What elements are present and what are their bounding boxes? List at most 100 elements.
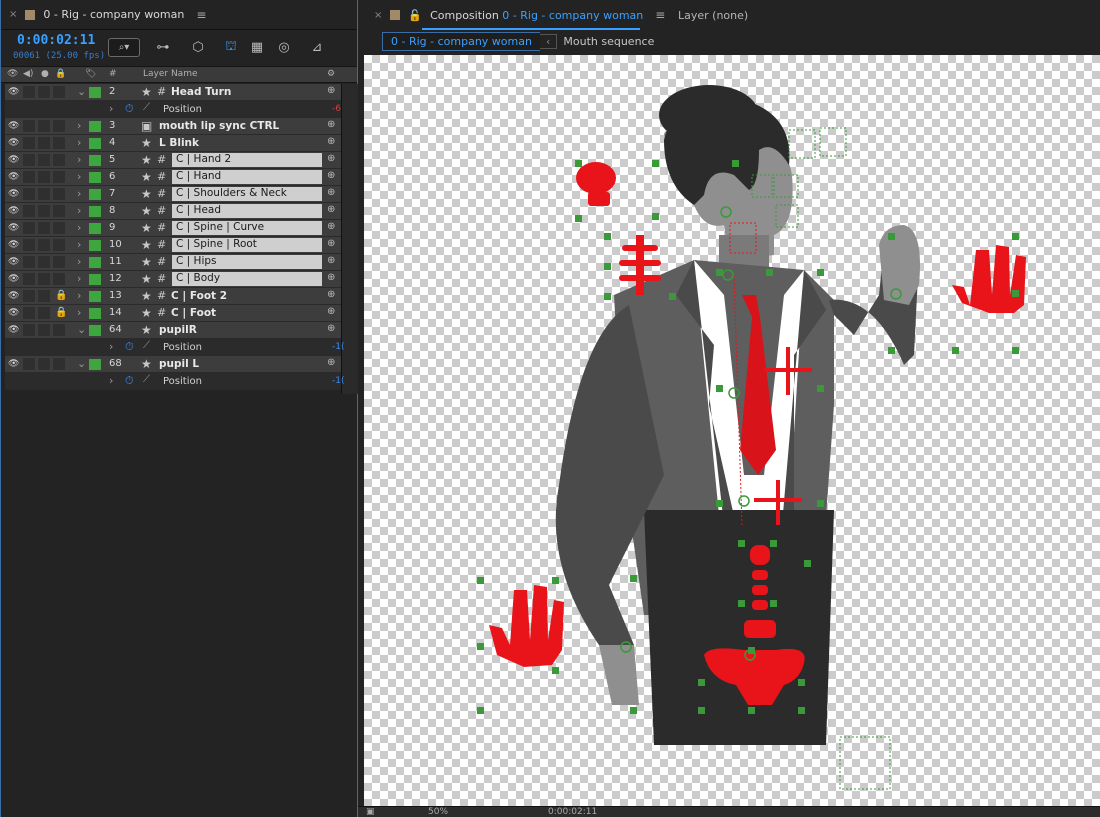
audio-toggle[interactable]: [23, 307, 35, 319]
panel-menu-icon[interactable]: ≡: [196, 8, 206, 22]
layer-switches-icon[interactable]: ⊕: [327, 153, 335, 164]
layer-name[interactable]: pupil L: [159, 358, 199, 370]
lock-icon[interactable]: 🔒: [55, 307, 67, 318]
layer-switches-icon[interactable]: ⊕: [327, 289, 335, 300]
visibility-eye-icon[interactable]: 👁: [8, 359, 22, 369]
lock-toggle[interactable]: [53, 239, 65, 251]
layer-name[interactable]: C | Foot: [171, 307, 216, 319]
layer-row[interactable]: 👁 ⌄ 68 ★ pupil L ⊕: [5, 356, 341, 373]
chevron-right-icon[interactable]: ›: [77, 221, 81, 234]
close-tab-icon[interactable]: ×: [9, 9, 17, 20]
chevron-right-icon[interactable]: ›: [77, 255, 81, 268]
chevron-right-icon[interactable]: ›: [77, 306, 81, 319]
solo-switch-icon[interactable]: ●: [41, 69, 49, 79]
current-time-display[interactable]: 0:00:02:11: [17, 33, 95, 48]
chevron-down-icon[interactable]: ⌄: [77, 85, 86, 98]
visibility-eye-icon[interactable]: 👁: [8, 240, 22, 250]
chevron-down-icon[interactable]: ⌄: [77, 323, 86, 336]
label-color-swatch[interactable]: [89, 274, 101, 285]
label-color-swatch[interactable]: [89, 155, 101, 166]
graph-icon[interactable]: ⟋: [143, 374, 150, 385]
chevron-right-icon[interactable]: ›: [77, 272, 81, 285]
layer-switches-icon[interactable]: ⊕: [327, 306, 335, 317]
property-twirl-icon[interactable]: ›: [109, 102, 113, 115]
layer-name[interactable]: L Blink: [159, 137, 199, 149]
composition-viewer[interactable]: [364, 55, 1100, 806]
lock-toggle[interactable]: [53, 222, 65, 234]
layer-switches-icon[interactable]: ⊕: [327, 187, 335, 198]
layer-name[interactable]: C | Body: [172, 272, 322, 286]
solo-toggle[interactable]: [38, 307, 50, 319]
layer-name[interactable]: mouth lip sync CTRL: [159, 120, 279, 132]
lock-toggle[interactable]: [53, 137, 65, 149]
layer-switches-icon[interactable]: ⊕: [327, 119, 335, 130]
frame-blending-icon[interactable]: ▦: [248, 38, 266, 56]
property-value[interactable]: -6: [332, 104, 341, 114]
lock-toggle[interactable]: [53, 324, 65, 336]
close-tab-icon[interactable]: ×: [374, 10, 382, 21]
label-color-swatch[interactable]: [89, 291, 101, 302]
layer-row[interactable]: 👁 ⌄ 2 ★ # Head Turn ⊕: [5, 84, 341, 101]
always-preview-icon[interactable]: ▣: [366, 807, 375, 817]
layer-name-header[interactable]: Layer Name: [143, 69, 198, 79]
label-color-swatch[interactable]: [89, 172, 101, 183]
label-color-swatch[interactable]: [89, 121, 101, 132]
audio-toggle[interactable]: [23, 86, 35, 98]
visibility-eye-icon[interactable]: 👁: [8, 206, 22, 216]
layer-row[interactable]: 👁 ⌄ 64 ★ pupilR ⊕: [5, 322, 341, 339]
timeline-tab[interactable]: × 0 - Rig - company woman ≡: [1, 0, 357, 30]
layer-name[interactable]: C | Foot 2: [171, 290, 227, 302]
label-color-swatch[interactable]: [89, 87, 101, 98]
property-row[interactable]: › ⏱ ⟋ Position -1(: [5, 373, 345, 390]
layer-viewer-tab[interactable]: Layer (none): [678, 9, 748, 22]
lock-toggle[interactable]: [53, 256, 65, 268]
solo-toggle[interactable]: [38, 290, 50, 302]
label-color-swatch[interactable]: [89, 257, 101, 268]
layer-row[interactable]: 👁 › 11 ★ # C | Hips ⊕: [5, 254, 341, 271]
panel-menu-icon[interactable]: ≡: [655, 8, 665, 22]
label-color-swatch[interactable]: [89, 325, 101, 336]
chevron-right-icon[interactable]: ›: [77, 170, 81, 183]
graph-icon[interactable]: ⟋: [143, 102, 150, 113]
layer-switches-icon[interactable]: ⊕: [327, 221, 335, 232]
layer-row[interactable]: 👁 › 5 ★ # C | Hand 2 ⊕: [5, 152, 341, 169]
layer-switches-icon[interactable]: ⊕: [327, 357, 335, 368]
breadcrumb-current-comp[interactable]: 0 - Rig - company woman: [382, 31, 540, 51]
audio-toggle[interactable]: [23, 358, 35, 370]
layer-row[interactable]: 👁 🔒 › 14 ★ # C | Foot ⊕: [5, 305, 341, 322]
audio-toggle[interactable]: [23, 290, 35, 302]
lock-icon[interactable]: 🔒: [55, 290, 67, 301]
label-color-swatch[interactable]: [89, 359, 101, 370]
graph-icon[interactable]: ⟋: [143, 340, 150, 351]
lock-view-icon[interactable]: 🔓: [408, 9, 422, 22]
stopwatch-icon[interactable]: ⏱: [125, 102, 134, 116]
stopwatch-icon[interactable]: ⏱: [125, 340, 134, 354]
visibility-eye-icon[interactable]: 👁: [8, 121, 22, 131]
chevron-right-icon[interactable]: ›: [77, 187, 81, 200]
solo-toggle[interactable]: [38, 137, 50, 149]
layer-name[interactable]: C | Spine | Root: [172, 238, 322, 252]
layer-name[interactable]: pupilR: [159, 324, 197, 336]
property-value[interactable]: -1(: [332, 376, 345, 386]
layer-switches-icon[interactable]: ⊕: [327, 204, 335, 215]
solo-toggle[interactable]: [38, 120, 50, 132]
layer-name[interactable]: C | Hips: [172, 255, 322, 269]
label-color-swatch[interactable]: [89, 308, 101, 319]
label-column-icon[interactable]: 🏷: [85, 69, 96, 79]
solo-toggle[interactable]: [38, 324, 50, 336]
visibility-eye-icon[interactable]: 👁: [8, 308, 22, 318]
layer-row[interactable]: 👁 › 12 ★ # C | Body ⊕: [5, 271, 341, 288]
visibility-eye-icon[interactable]: 👁: [8, 257, 22, 267]
chevron-right-icon[interactable]: ›: [77, 238, 81, 251]
audio-toggle[interactable]: [23, 137, 35, 149]
visibility-eye-icon[interactable]: 👁: [8, 172, 22, 182]
composition-tab-title[interactable]: Composition 0 - Rig - company woman: [430, 9, 643, 22]
label-color-swatch[interactable]: [89, 138, 101, 149]
audio-toggle[interactable]: [23, 171, 35, 183]
solo-toggle[interactable]: [38, 154, 50, 166]
layer-name[interactable]: C | Spine | Curve: [172, 221, 322, 235]
lock-toggle[interactable]: [53, 273, 65, 285]
solo-toggle[interactable]: [38, 358, 50, 370]
solo-toggle[interactable]: [38, 188, 50, 200]
viewer-time-display[interactable]: 0:00:02:11: [548, 807, 597, 817]
